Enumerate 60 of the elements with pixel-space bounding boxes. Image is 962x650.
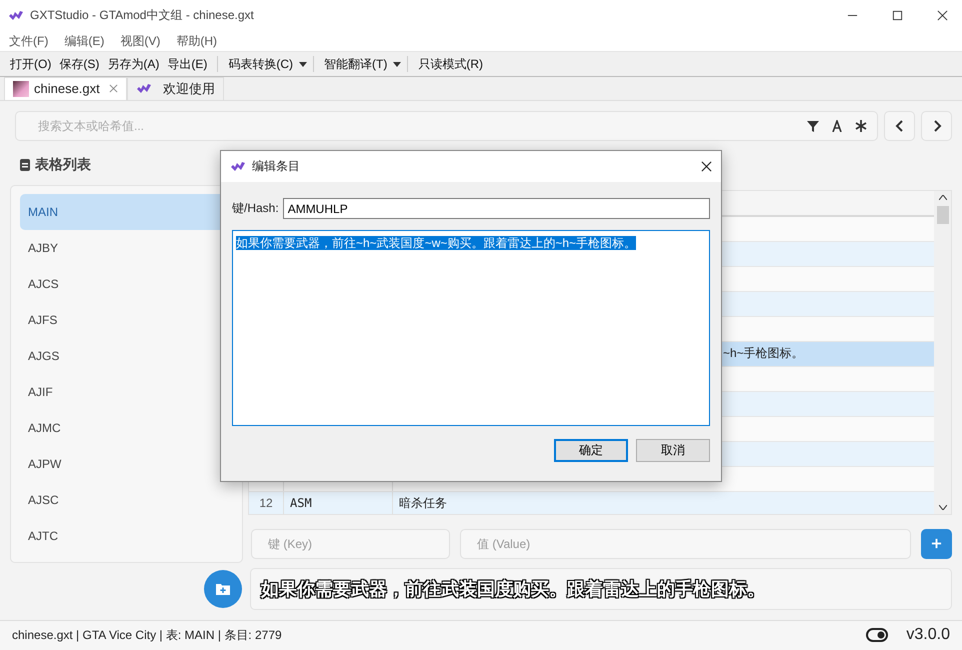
toolbar-button[interactable]: 智能翻译(T) [320, 56, 392, 72]
tab-label: 欢迎使用 [162, 80, 215, 98]
row-number: 12 [259, 496, 273, 510]
close-icon[interactable] [701, 161, 712, 172]
plus-icon [931, 538, 942, 550]
next-button[interactable] [921, 110, 952, 141]
logo-icon [230, 160, 246, 172]
sidebar-item[interactable]: AJSC [20, 482, 233, 518]
previous-button[interactable] [884, 110, 915, 141]
asterisk-icon[interactable] [855, 120, 867, 132]
table-cell: ASM [290, 496, 312, 510]
version-label: v3.0.0 [906, 626, 950, 644]
filter-icon[interactable] [807, 120, 819, 132]
tab[interactable]: 欢迎使用 [126, 76, 224, 100]
tab[interactable]: chinese.gxt [4, 76, 127, 100]
toggle-icon[interactable] [866, 628, 888, 642]
image-icon [13, 80, 29, 97]
letter-a-icon[interactable] [831, 120, 843, 132]
add-button[interactable] [921, 528, 952, 559]
dialog-title: 编辑条目 [252, 158, 300, 175]
toolbar-button[interactable]: 另存为(A) [103, 56, 164, 72]
search-bar[interactable]: 搜索文本或哈希值... [15, 110, 878, 141]
chevron-left-icon [894, 120, 904, 132]
menu-item[interactable]: 编辑(E) [64, 32, 104, 50]
key-field[interactable]: AMMUHLP [282, 198, 710, 219]
scrollbar[interactable] [934, 190, 951, 514]
ok-button[interactable]: 确定 [554, 439, 628, 462]
search-field[interactable]: 搜索文本或哈希值... [36, 118, 795, 134]
chevron-right-icon [932, 120, 942, 132]
clipboard-icon [20, 158, 30, 172]
status-text: chinese.gxt | GTA Vice City | 表: MAIN | 条目: 2779 [12, 626, 282, 644]
window-title: GXTStudio - GTAmod中文组 - chinese.gxt [30, 7, 254, 24]
add-folder-button[interactable] [204, 570, 242, 608]
toolbar-button[interactable]: 导出(E) [163, 56, 212, 72]
toolbar-button[interactable]: 码表转换(C) [224, 56, 297, 72]
toolbar-button[interactable]: 只读模式(R) [414, 56, 487, 72]
logo-icon [8, 10, 24, 22]
value-input[interactable]: 值 (Value) [460, 528, 911, 559]
toolbar-button[interactable]: 打开(O) [6, 56, 56, 72]
menu-item[interactable]: 视图(V) [120, 32, 160, 50]
scrollbar-thumb[interactable] [936, 206, 948, 224]
close-icon[interactable] [937, 10, 948, 21]
preview-text: 如果你需要武器，前往武装国度购买。跟着雷达上的手枪图标。 [261, 577, 765, 601]
folder-plus-icon [216, 582, 230, 595]
sidebar-item[interactable]: AJTC [20, 518, 233, 554]
cancel-button[interactable]: 取消 [636, 439, 710, 462]
table-cell-text: ~h~手枪图标。 [722, 346, 804, 360]
maximize-icon[interactable] [892, 10, 903, 21]
panel-title: 表格列表 [35, 156, 91, 174]
table-cell: 暗杀任务 [399, 496, 447, 510]
logo-icon [136, 82, 152, 95]
caret-icon[interactable] [393, 62, 402, 66]
caret-icon[interactable] [299, 62, 307, 66]
menu-item[interactable]: 文件(F) [9, 32, 48, 50]
key-input[interactable]: 键 (Key) [251, 528, 450, 559]
menu-item[interactable]: 帮助(H) [176, 32, 217, 50]
text-area[interactable]: 如果你需要武器，前往~h~武装国度~w~购买。跟着雷达上的~h~手枪图标。 [232, 230, 710, 426]
tab-label: chinese.gxt [34, 81, 100, 96]
toolbar-button[interactable]: 保存(S) [55, 56, 104, 72]
field-label: 键/Hash: [232, 200, 279, 217]
